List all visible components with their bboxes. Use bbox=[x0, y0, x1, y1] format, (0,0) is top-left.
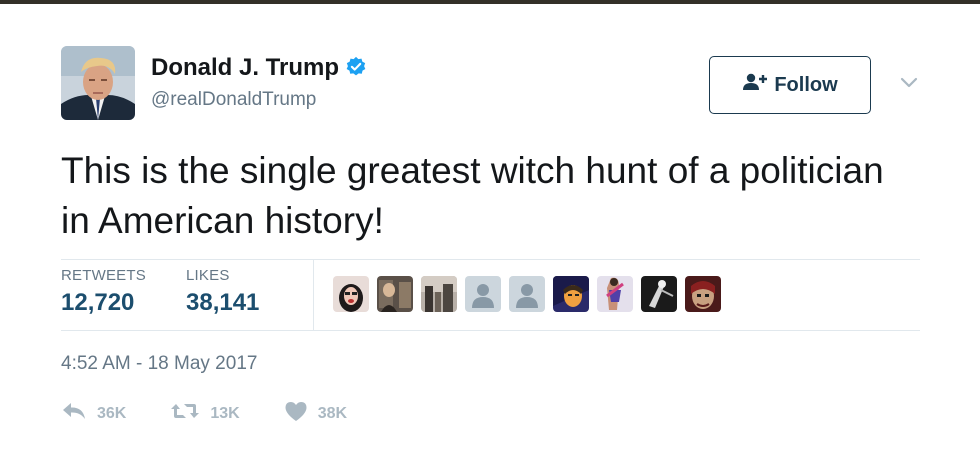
reply-action[interactable]: 36K bbox=[61, 400, 126, 427]
liker-avatar[interactable] bbox=[641, 276, 677, 312]
follow-button[interactable]: Follow bbox=[709, 56, 871, 114]
top-edge-bar bbox=[0, 0, 980, 4]
retweets-stat[interactable]: RETWEETS 12,720 bbox=[61, 267, 146, 317]
liker-avatar[interactable] bbox=[377, 276, 413, 312]
avatar[interactable] bbox=[61, 46, 135, 120]
stats-top-divider bbox=[61, 259, 920, 260]
verified-badge-icon bbox=[345, 56, 367, 78]
likes-label: LIKES bbox=[186, 267, 230, 284]
reply-count: 36K bbox=[97, 404, 127, 422]
like-count: 38K bbox=[317, 404, 348, 422]
liker-avatar[interactable] bbox=[333, 276, 369, 312]
user-name[interactable]: Donald J. Trump bbox=[151, 54, 367, 82]
retweet-action[interactable]: 13K bbox=[170, 400, 240, 427]
likes-stat[interactable]: LIKES 38,141 bbox=[186, 267, 259, 317]
reply-icon bbox=[61, 400, 87, 427]
retweets-value: 12,720 bbox=[61, 289, 135, 316]
stats-bottom-divider bbox=[61, 330, 920, 331]
heart-icon bbox=[284, 400, 308, 427]
retweet-icon bbox=[170, 400, 200, 427]
likers-avatars bbox=[333, 276, 721, 312]
liker-avatar[interactable] bbox=[509, 276, 545, 312]
likes-value: 38,141 bbox=[186, 289, 260, 316]
retweets-label: RETWEETS bbox=[61, 267, 146, 284]
follow-button-label: Follow bbox=[774, 73, 838, 96]
tweet-timestamp[interactable]: 4:52 AM - 18 May 2017 bbox=[61, 353, 257, 375]
add-user-icon bbox=[742, 72, 768, 98]
liker-avatar[interactable] bbox=[597, 276, 633, 312]
liker-avatar[interactable] bbox=[553, 276, 589, 312]
liker-avatar[interactable] bbox=[421, 276, 457, 312]
tweet-actions: 36K 13K 38K bbox=[61, 400, 391, 427]
avatar-image bbox=[61, 46, 135, 120]
stats-vertical-divider bbox=[313, 259, 314, 330]
tweet-text: This is the single greatest witch hunt o… bbox=[61, 150, 884, 241]
like-action[interactable]: 38K bbox=[284, 400, 347, 427]
user-name-text[interactable]: Donald J. Trump bbox=[151, 54, 339, 81]
user-handle[interactable]: @realDonaldTrump bbox=[151, 89, 316, 111]
liker-avatar[interactable] bbox=[685, 276, 721, 312]
chevron-down-icon[interactable] bbox=[898, 72, 920, 92]
liker-avatar[interactable] bbox=[465, 276, 501, 312]
retweet-count: 13K bbox=[210, 404, 240, 422]
